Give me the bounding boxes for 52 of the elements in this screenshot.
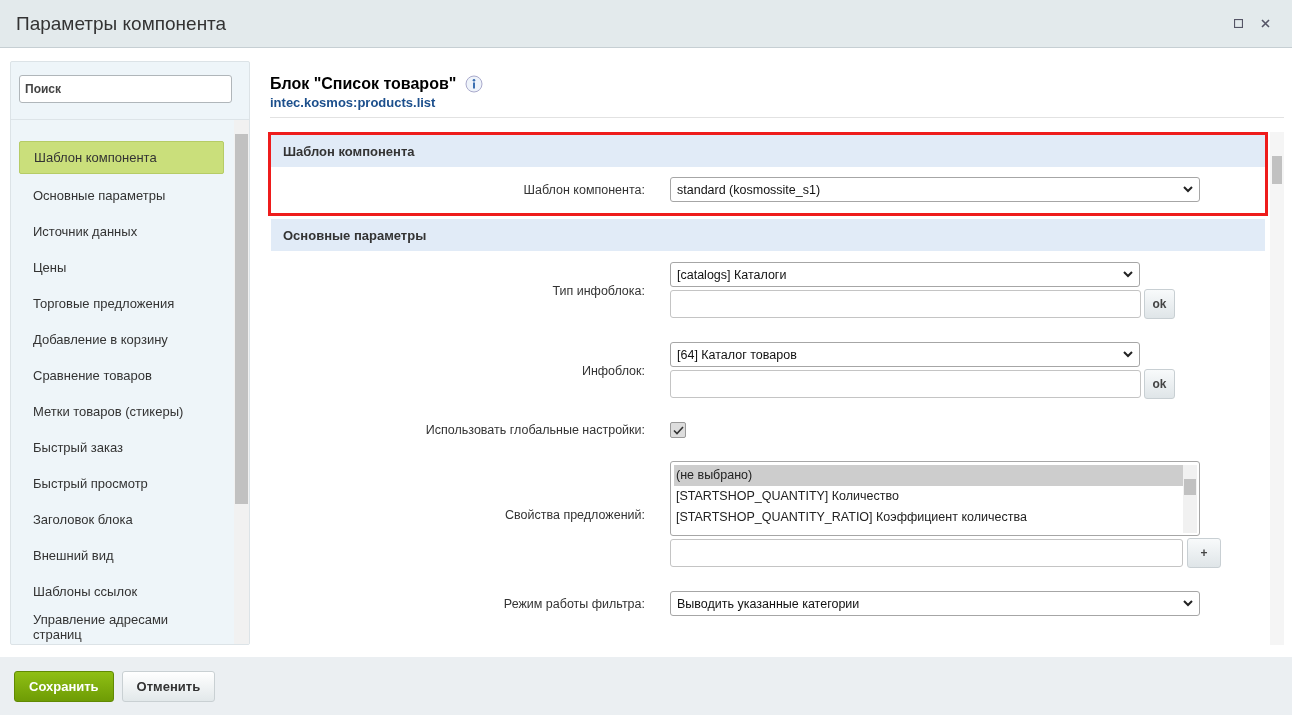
add-button[interactable]: + xyxy=(1187,538,1221,568)
text-field[interactable] xyxy=(670,539,1183,567)
sidebar-item[interactable]: Сравнение товаров xyxy=(19,357,224,393)
sidebar-item[interactable]: Шаблоны ссылок xyxy=(19,573,224,609)
chevron-icon xyxy=(1183,186,1193,193)
sidebar-item[interactable]: Быстрый просмотр xyxy=(19,465,224,501)
field-label: Свойства предложений: xyxy=(504,507,645,522)
component-code: intec.kosmos:products.list xyxy=(270,95,437,110)
chevron-icon xyxy=(1123,271,1133,278)
sidebar-item[interactable]: Цены xyxy=(19,249,224,285)
maximize-icon[interactable] xyxy=(1234,19,1243,28)
chevron-icon xyxy=(1183,600,1193,607)
close-icon[interactable] xyxy=(1261,19,1270,28)
sidebar-item[interactable]: Источник данных xyxy=(19,213,224,249)
list-box[interactable]: (не выбрано) [STARTSHOP_QUANTITY] Количество [STARTSHOP_QUANTITY_RATIO] Коэффициент количества xyxy=(670,461,1200,536)
list-option[interactable]: [STARTSHOP_QUANTITY_RATIO] Коэффициент количества xyxy=(674,507,1183,528)
sidebar-item[interactable]: Метки товаров (стикеры) xyxy=(19,393,224,429)
checkbox[interactable] xyxy=(670,422,686,438)
list-option[interactable]: [STARTSHOP_QUANTITY] Количество xyxy=(674,486,1183,507)
sidebar-item[interactable]: Шаблон компонента xyxy=(19,141,224,174)
component-title: Блок "Список товаров" xyxy=(270,75,457,93)
ok-button[interactable]: ok xyxy=(1144,289,1175,319)
dropdown[interactable]: [64] Каталог товаров xyxy=(670,342,1140,367)
dropdown[interactable]: standard (kosmossite_s1) xyxy=(670,177,1200,202)
text-field[interactable] xyxy=(670,290,1141,318)
sidebar-item[interactable]: Заголовок блока xyxy=(19,501,224,537)
field-label: Тип инфоблока: xyxy=(551,283,645,298)
sidebar-item[interactable]: Быстрый заказ xyxy=(19,429,224,465)
field-label: Режим работы фильтра: xyxy=(502,596,645,611)
scrollbar[interactable] xyxy=(234,120,249,644)
sidebar-item[interactable]: Торговые предложения xyxy=(19,285,224,321)
section-header: Основные параметры xyxy=(271,219,1265,251)
cancel-button[interactable]: Отменить xyxy=(121,670,216,702)
field-label: Инфоблок: xyxy=(580,363,645,378)
scrollbar[interactable] xyxy=(1270,132,1284,645)
scrollbar[interactable] xyxy=(1183,465,1197,533)
field-label: Шаблон компонента: xyxy=(522,182,645,197)
sidebar-item[interactable]: Добавление в корзину xyxy=(19,321,224,357)
field-label: Использовать глобальные настройки: xyxy=(424,423,645,437)
sidebar-item[interactable]: Основные параметры xyxy=(19,177,224,213)
sidebar-item[interactable]: Внешний вид xyxy=(19,537,224,573)
dropdown[interactable]: [catalogs] Каталоги xyxy=(670,262,1140,287)
window-title: Параметры компонента xyxy=(16,12,227,35)
section-header: Шаблон компонента xyxy=(271,135,1265,167)
search-field[interactable]: Поиск xyxy=(19,75,232,103)
dropdown[interactable]: Выводить указанные категории xyxy=(670,591,1200,616)
info-icon[interactable] xyxy=(465,75,484,93)
text-field[interactable] xyxy=(670,370,1141,398)
list-option[interactable]: (не выбрано) xyxy=(674,465,1183,486)
chevron-icon xyxy=(1123,351,1133,358)
sidebar-item[interactable]: Управление адресами страниц xyxy=(19,609,224,645)
ok-button[interactable]: ok xyxy=(1144,369,1175,399)
